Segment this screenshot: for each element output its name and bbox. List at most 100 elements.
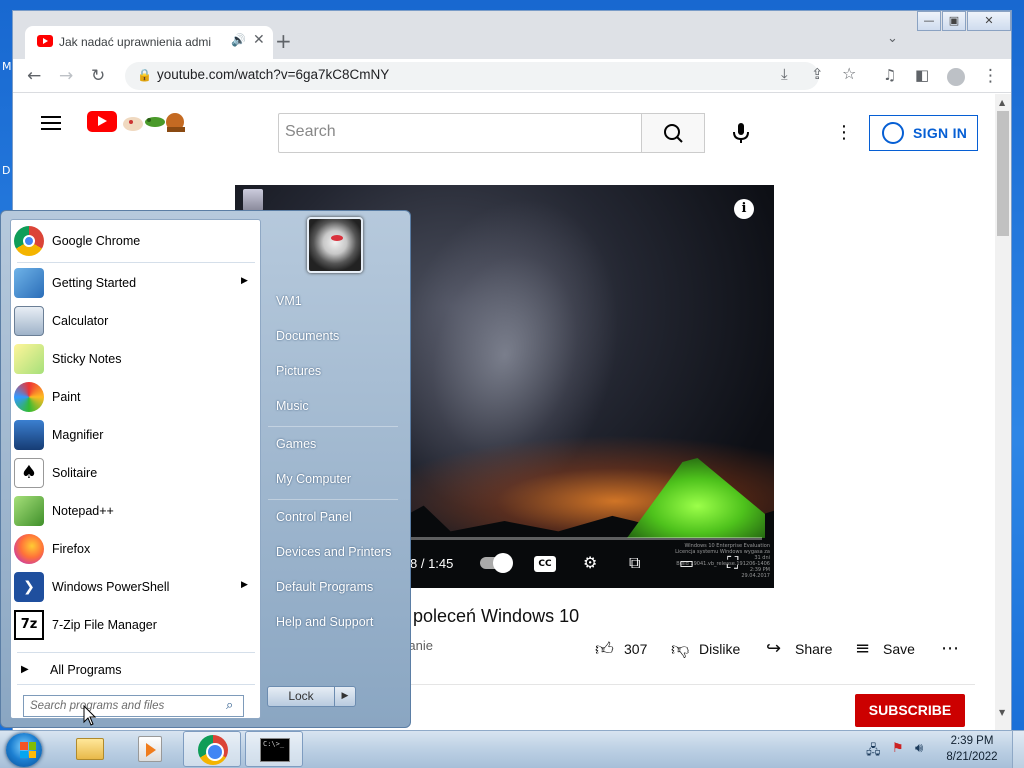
like-thumb-icon[interactable]: 👍︎ bbox=[595, 638, 614, 660]
share-arrow-icon[interactable]: ↪ bbox=[766, 638, 781, 659]
start-item-vm1[interactable]: VM1 bbox=[276, 294, 302, 308]
scroll-up-icon[interactable]: ▲ bbox=[999, 98, 1005, 107]
address-bar[interactable]: 🔒 youtube.com/watch?v=6ga7kC8CmNY ⤓ ⇪ ☆ bbox=[125, 62, 856, 90]
search-button[interactable] bbox=[641, 113, 705, 153]
tab-close-icon[interactable]: ✕ bbox=[253, 32, 265, 48]
autoplay-play-icon[interactable] bbox=[493, 553, 513, 573]
user-picture[interactable] bbox=[307, 217, 363, 273]
start-item-default-programs[interactable]: Default Programs bbox=[276, 580, 373, 594]
url-text[interactable]: youtube.com/watch?v=6ga7kC8CmNY bbox=[157, 67, 389, 82]
show-desktop-button[interactable] bbox=[1012, 731, 1024, 768]
7zip-icon: 7z bbox=[14, 610, 44, 640]
start-button[interactable] bbox=[6, 733, 42, 767]
save-button[interactable]: Save bbox=[883, 641, 915, 657]
program-calculator[interactable]: Calculator bbox=[11, 302, 260, 340]
forward-arrow-icon[interactable]: → bbox=[59, 66, 73, 86]
taskbar-media-player[interactable] bbox=[120, 731, 178, 767]
start-item-control-panel[interactable]: Control Panel bbox=[276, 510, 352, 524]
like-count[interactable]: 307 bbox=[624, 641, 647, 657]
settings-gear-icon[interactable]: ⚙ bbox=[583, 553, 597, 572]
tab-search-chevron-icon[interactable]: ⌄ bbox=[887, 31, 898, 46]
voice-search-button[interactable] bbox=[721, 113, 761, 153]
network-icon[interactable]: 🖧 bbox=[866, 741, 881, 763]
new-tab-button[interactable]: + bbox=[275, 29, 292, 53]
dislike-thumb-icon[interactable]: 👎︎ bbox=[671, 638, 689, 660]
save-playlist-icon[interactable]: ≡ bbox=[855, 638, 870, 659]
hamburger-menu-icon[interactable] bbox=[41, 116, 61, 134]
program-label: Google Chrome bbox=[52, 234, 141, 248]
scroll-down-icon[interactable]: ▼ bbox=[999, 708, 1005, 717]
taskbar-chrome[interactable] bbox=[183, 731, 241, 767]
subtitles-button[interactable]: CC bbox=[534, 556, 556, 572]
sign-in-button[interactable]: SIGN IN bbox=[869, 115, 978, 151]
reload-icon[interactable]: ↻ bbox=[91, 66, 105, 86]
video-progress-bar[interactable] bbox=[410, 537, 762, 540]
start-item-pictures[interactable]: Pictures bbox=[276, 364, 321, 378]
lock-icon[interactable]: 🔒 bbox=[137, 68, 152, 82]
paint-icon bbox=[14, 382, 44, 412]
search-icon[interactable]: ⌕ bbox=[226, 698, 233, 713]
settings-more-icon[interactable]: ⋮ bbox=[835, 122, 853, 143]
program-magnifier[interactable]: Magnifier bbox=[11, 416, 260, 454]
start-item-devices-printers[interactable]: Devices and Printers bbox=[276, 545, 391, 559]
back-arrow-icon[interactable]: ← bbox=[27, 66, 41, 86]
profile-avatar-icon[interactable] bbox=[947, 68, 965, 86]
program-getting-started[interactable]: Getting Started ▶ bbox=[11, 264, 260, 302]
share-icon[interactable]: ⇪ bbox=[811, 65, 824, 83]
program-label: Calculator bbox=[52, 314, 109, 328]
start-search-input[interactable]: Search programs and files ⌕ bbox=[23, 695, 244, 717]
more-actions-icon[interactable]: ⋯ bbox=[941, 638, 959, 659]
start-item-help-support[interactable]: Help and Support bbox=[276, 615, 373, 629]
tab-strip: Jak nadać uprawnienia admi 🔊 ✕ + ⌄ — ▣ ✕ bbox=[13, 11, 1011, 59]
minimize-button[interactable]: — bbox=[917, 11, 941, 31]
clock-time: 2:39 PM bbox=[950, 735, 994, 747]
info-icon[interactable]: i bbox=[734, 199, 754, 219]
tab-youtube[interactable]: Jak nadać uprawnienia admi 🔊 ✕ bbox=[25, 26, 273, 59]
clock-date: 8/21/2022 bbox=[946, 751, 998, 763]
program-google-chrome[interactable]: Google Chrome bbox=[11, 222, 260, 260]
share-button[interactable]: Share bbox=[795, 641, 832, 657]
search-input[interactable]: Search bbox=[278, 113, 642, 153]
lock-button[interactable]: Lock bbox=[267, 686, 335, 707]
install-app-icon[interactable]: ⤓ bbox=[781, 65, 788, 83]
program-paint[interactable]: Paint bbox=[11, 378, 260, 416]
close-button[interactable]: ✕ bbox=[967, 11, 1011, 31]
start-item-music[interactable]: Music bbox=[276, 399, 309, 413]
program-sticky-notes[interactable]: Sticky Notes bbox=[11, 340, 260, 378]
video-title: z poleceń Windows 10 bbox=[399, 606, 580, 626]
chrome-menu-icon[interactable]: ⋮ bbox=[982, 66, 999, 86]
program-7zip[interactable]: 7z 7-Zip File Manager bbox=[11, 606, 260, 644]
scrollbar-thumb[interactable] bbox=[997, 111, 1009, 236]
program-firefox[interactable]: Firefox bbox=[11, 530, 260, 568]
bookmark-star-icon[interactable]: ☆ bbox=[842, 64, 856, 83]
program-notepadpp[interactable]: Notepad++ bbox=[11, 492, 260, 530]
taskbar-explorer[interactable] bbox=[60, 731, 118, 767]
start-item-my-computer[interactable]: My Computer bbox=[276, 472, 351, 486]
start-item-games[interactable]: Games bbox=[276, 437, 316, 451]
media-control-icon[interactable]: ♫ bbox=[883, 66, 896, 84]
start-item-documents[interactable]: Documents bbox=[276, 329, 339, 343]
side-panel-icon[interactable]: ◧ bbox=[915, 66, 929, 84]
youtube-logo-icon[interactable] bbox=[87, 111, 117, 132]
youtube-doodle-icon[interactable] bbox=[119, 110, 189, 134]
program-solitaire[interactable]: ♠ Solitaire bbox=[11, 454, 260, 492]
magnifier-icon bbox=[14, 420, 44, 450]
all-programs-button[interactable]: ▶ All Programs bbox=[11, 654, 260, 682]
taskbar-cmd[interactable]: C:\>_ bbox=[245, 731, 303, 767]
speaker-icon[interactable]: 🔊 bbox=[231, 33, 246, 47]
miniplayer-icon[interactable]: ⧉ bbox=[629, 553, 640, 573]
shutdown-options-chevron-icon[interactable]: ▶ bbox=[334, 686, 356, 707]
volume-icon[interactable]: 🔊︎ bbox=[915, 741, 923, 756]
program-label: Getting Started bbox=[52, 276, 137, 290]
sign-in-label: SIGN IN bbox=[913, 125, 968, 141]
maximize-button[interactable]: ▣ bbox=[942, 11, 966, 31]
program-windows-powershell[interactable]: ❯ Windows PowerShell ▶ bbox=[11, 568, 260, 606]
separator bbox=[17, 652, 255, 653]
system-clock[interactable]: 2:39 PM 8/21/2022 bbox=[940, 733, 1004, 765]
dislike-button[interactable]: Dislike bbox=[699, 641, 740, 657]
start-search-placeholder: Search programs and files bbox=[30, 700, 165, 712]
action-center-flag-icon[interactable]: ⚑ bbox=[892, 741, 904, 756]
solitaire-icon: ♠ bbox=[14, 458, 44, 488]
subscribe-button[interactable]: SUBSCRIBE bbox=[855, 694, 965, 727]
microphone-icon bbox=[733, 123, 749, 143]
